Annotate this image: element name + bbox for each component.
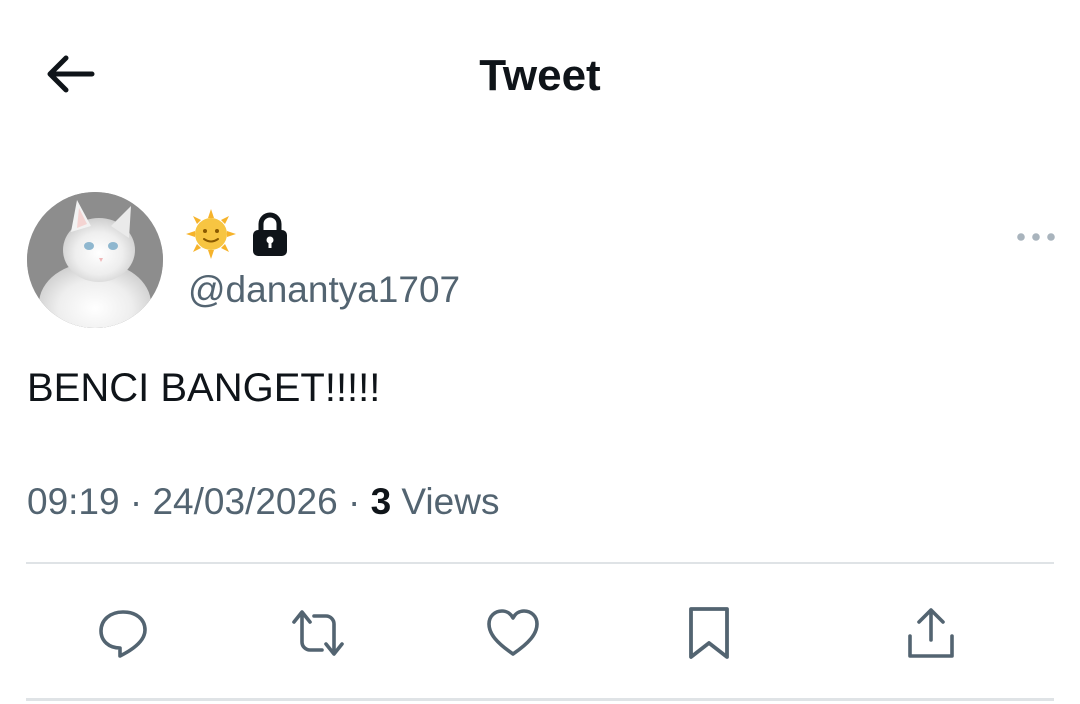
sun-with-face-emoji	[186, 209, 236, 259]
more-options-button[interactable]	[1010, 222, 1062, 252]
meta-separator: ·	[129, 481, 143, 522]
tweet-date[interactable]: 24/03/2026	[152, 481, 337, 522]
tweet-time[interactable]: 09:19	[27, 481, 120, 522]
top-bar: Tweet	[0, 0, 1080, 150]
lock-icon	[253, 212, 287, 256]
user-handle[interactable]: @danantya1707	[188, 268, 460, 312]
bookmark-button[interactable]	[674, 598, 744, 668]
views-count: 3	[370, 481, 392, 522]
white-kitten-photo	[27, 192, 163, 328]
avatar[interactable]	[27, 192, 163, 328]
bookmark-icon	[689, 607, 729, 659]
action-bar	[0, 598, 1080, 668]
heart-icon	[487, 609, 539, 656]
display-name[interactable]	[186, 208, 290, 260]
more-horizontal-icon	[1017, 233, 1055, 241]
reply-icon	[99, 610, 147, 658]
tweet-text: BENCI BANGET!!!!!	[27, 366, 381, 410]
share-button[interactable]	[896, 598, 966, 668]
like-button[interactable]	[478, 598, 548, 668]
divider	[26, 562, 1054, 564]
retweet-icon	[292, 610, 344, 656]
reply-button[interactable]	[88, 598, 158, 668]
bottom-divider	[26, 698, 1054, 701]
share-icon	[908, 608, 954, 658]
meta-separator: ·	[347, 481, 361, 522]
retweet-button[interactable]	[283, 598, 353, 668]
page-title: Tweet	[479, 51, 601, 100]
tweet-meta: 09:19 · 24/03/2026 · 3 Views	[27, 478, 499, 526]
views-label: Views	[401, 481, 500, 522]
